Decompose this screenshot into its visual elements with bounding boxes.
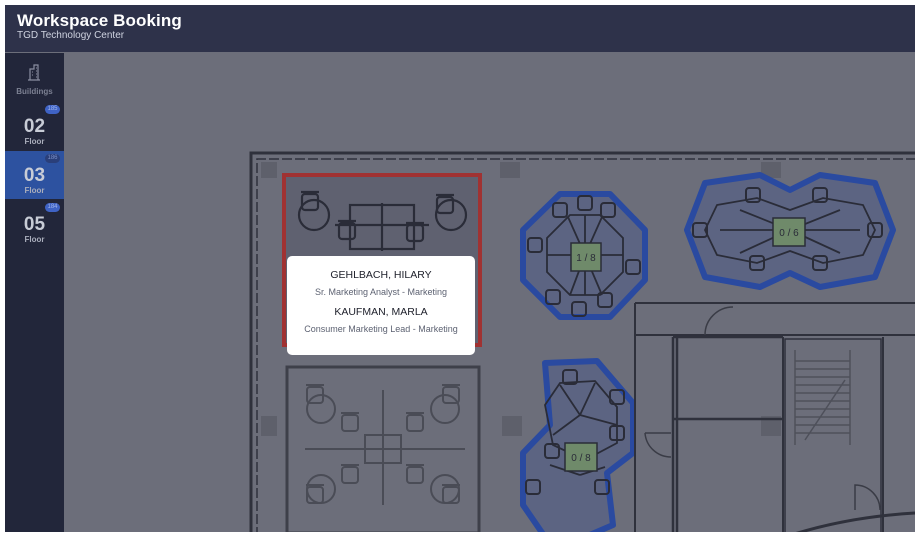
floor-02-button[interactable]: 185 02 Floor <box>5 102 64 150</box>
pod-2-occupancy: 0 / 6 <box>779 228 799 239</box>
floor-map[interactable]: 1 / 8 0 / 6 0 / 8 <box>64 53 915 532</box>
location-subtitle: TGD Technology Center <box>17 30 125 41</box>
buildings-label: Buildings <box>16 87 53 96</box>
floor-plan: 1 / 8 0 / 6 0 / 8 <box>249 151 915 532</box>
occupant-name: KAUFMAN, MARLA <box>334 306 428 318</box>
floor-number: 03 <box>23 165 46 186</box>
building-icon <box>28 64 40 81</box>
floor-badge: 184 <box>45 203 60 212</box>
floor-label: Floor <box>24 186 45 195</box>
floor-label: Floor <box>24 137 45 146</box>
page-title: Workspace Booking <box>17 11 182 30</box>
pod-3-occupancy: 0 / 8 <box>571 453 591 464</box>
app-window: Workspace Booking TGD Technology Center … <box>5 5 915 532</box>
buildings-button[interactable]: Buildings <box>5 61 64 99</box>
pod-1-occupancy: 1 / 8 <box>576 253 596 264</box>
occupant-role: Consumer Marketing Lead - Marketing <box>304 324 458 334</box>
app-header: Workspace Booking TGD Technology Center <box>5 5 915 52</box>
floor-badge: 185 <box>45 105 60 114</box>
occupant-name: GEHLBACH, HILARY <box>330 269 432 281</box>
occupant-role: Sr. Marketing Analyst - Marketing <box>314 287 448 297</box>
floor-number: 02 <box>23 116 46 137</box>
floor-badge: 186 <box>45 154 60 163</box>
floor-label: Floor <box>24 235 45 244</box>
floor-03-button[interactable]: 186 03 Floor <box>5 151 64 199</box>
desk-occupant-tooltip: GEHLBACH, HILARY Sr. Marketing Analyst -… <box>287 256 475 355</box>
floor-05-button[interactable]: 184 05 Floor <box>5 200 64 248</box>
floor-number: 05 <box>23 214 46 235</box>
floor-sidebar: Buildings 185 02 Floor 186 03 Floor 184 … <box>5 53 64 532</box>
